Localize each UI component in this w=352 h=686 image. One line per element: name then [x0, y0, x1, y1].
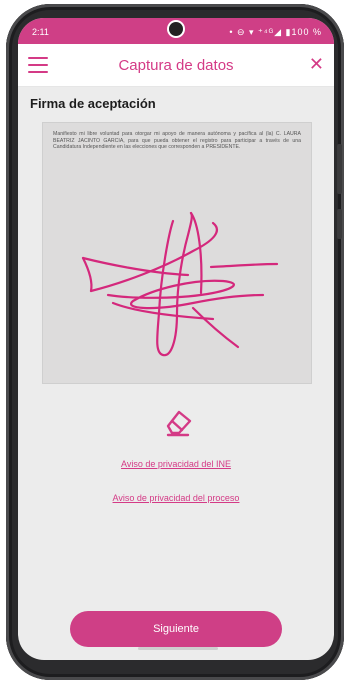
status-icons: • ⊖ ▾ ⁺⁴ᴳ◢ ▮100 %	[229, 27, 322, 37]
app-bar: Captura de datos ✕	[18, 44, 334, 87]
close-icon[interactable]: ✕	[309, 55, 324, 73]
status-bar: 2:11 • ⊖ ▾ ⁺⁴ᴳ◢ ▮100 %	[18, 18, 334, 44]
next-button[interactable]: Siguiente	[70, 611, 282, 647]
privacy-ine-link[interactable]: Aviso de privacidad del INE	[18, 459, 334, 469]
status-time: 2:11	[32, 27, 49, 37]
front-camera	[169, 22, 183, 36]
section-title: Firma de aceptación	[30, 96, 156, 111]
home-indicator[interactable]	[138, 647, 218, 650]
privacy-process-link[interactable]: Aviso de privacidad del proceso	[18, 493, 334, 503]
signature-pad[interactable]: Manifiesto mi libre voluntad para otorga…	[42, 122, 312, 384]
page-title: Captura de datos	[118, 57, 234, 74]
eraser-icon[interactable]	[160, 404, 194, 438]
signature-drawing	[81, 211, 279, 357]
volume-button	[337, 144, 342, 194]
app-screen: 2:11 • ⊖ ▾ ⁺⁴ᴳ◢ ▮100 % Captura de datos …	[18, 18, 334, 660]
power-button	[337, 209, 342, 239]
